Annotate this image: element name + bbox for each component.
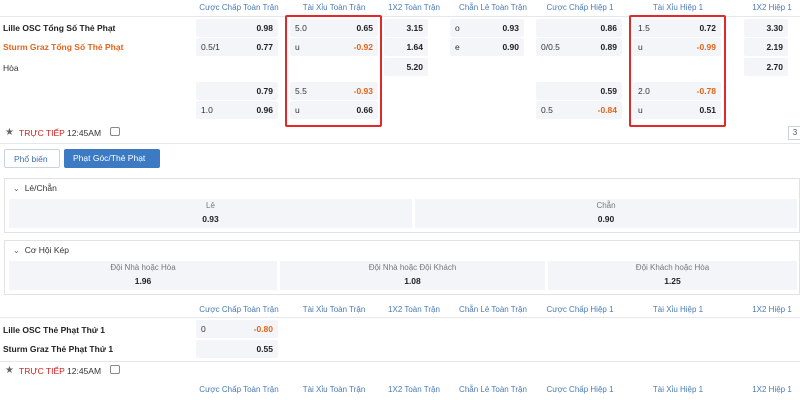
header-over-under-h1: Tài Xỉu Hiệp 1 <box>652 385 704 394</box>
live-status-row: ★ TRỰC TIẾP 12:45AM <box>0 124 800 142</box>
tab-corners-cards[interactable]: Phạt Góc/Thẻ Phạt <box>64 149 160 168</box>
odds-cell-over-under-ft[interactable]: 5.5 -0.93 <box>290 82 378 100</box>
odds-cell-over-under-h1[interactable]: 2.0 -0.78 <box>633 82 721 100</box>
live-label: TRỰC TIẾP <box>19 366 65 376</box>
away-team-name: Sturm Graz Thẻ Phạt Thứ 1 <box>3 344 114 354</box>
tv-icon[interactable] <box>110 127 120 136</box>
double-chance-section: ⌄ Cơ Hội Kép Đội Nhà hoặc Hòa 1.96 Đội Nh… <box>4 240 800 295</box>
home-or-away-option[interactable]: Đội Nhà hoặc Đội Khách 1.08 <box>280 261 545 290</box>
chevron-down-icon: ⌄ <box>13 246 20 255</box>
header-1x2-ft: 1X2 Toàn Trận <box>388 305 440 314</box>
draw-label: Hòa <box>3 63 19 73</box>
more-markets-button[interactable]: 3 <box>788 126 800 140</box>
header-handicap-ft: Cược Chấp Toàn Trận <box>199 3 279 12</box>
divider <box>0 16 800 17</box>
odds-cell-1x2-ft[interactable]: 1.64 <box>384 38 428 56</box>
header-1x2-ft: 1X2 Toàn Trận <box>388 3 440 12</box>
odds-cell-over-under-ft[interactable]: u -0.92 <box>290 38 378 56</box>
odds-cell-over-under-h1[interactable]: 1.5 0.72 <box>633 19 721 37</box>
chevron-down-icon: ⌄ <box>13 184 20 193</box>
header-over-under-ft: Tài Xỉu Toàn Trận <box>302 3 366 12</box>
home-team-name: Lille OSC Thẻ Phạt Thứ 1 <box>3 325 106 335</box>
header-handicap-h1: Cược Chấp Hiệp 1 <box>546 305 614 314</box>
header-handicap-ft: Cược Chấp Toàn Trận <box>199 385 279 394</box>
match-time: 12:45AM <box>67 366 102 376</box>
odds-cell-handicap-ft[interactable]: 0 -0.80 <box>196 320 278 338</box>
header-1x2-ft: 1X2 Toàn Trận <box>388 385 440 394</box>
header-handicap-h1: Cược Chấp Hiệp 1 <box>546 385 614 394</box>
section-title[interactable]: ⌄ Lẻ/Chẵn <box>13 183 57 193</box>
header-odd-even-ft: Chẵn Lẻ Toàn Trận <box>459 305 527 314</box>
odd-option[interactable]: Lẻ 0.93 <box>9 199 412 228</box>
home-team-name: Lille OSC Tổng Số Thẻ Phạt <box>3 23 116 33</box>
odds-cell-handicap-ft[interactable]: 0.98 <box>196 19 278 37</box>
odds-cell-1x2-h1[interactable]: 3.30 <box>744 19 788 37</box>
away-or-draw-option[interactable]: Đội Khách hoặc Hòa 1.25 <box>548 261 797 290</box>
header-1x2-h1: 1X2 Hiệp 1 <box>752 3 792 12</box>
odd-even-section: ⌄ Lẻ/Chẵn Lẻ 0.93 Chẵn 0.90 <box>4 178 800 233</box>
odds-cell-1x2-ft[interactable]: 5.20 <box>384 58 428 76</box>
market-header-row: Cược Chấp Toàn Trận Tài Xỉu Toàn Trận 1X… <box>0 0 800 16</box>
odds-cell-odd-even-ft[interactable]: e 0.90 <box>450 38 524 56</box>
favorite-star-icon[interactable]: ★ <box>5 127 14 138</box>
header-1x2-h1: 1X2 Hiệp 1 <box>752 385 792 394</box>
match-time: 12:45AM <box>67 128 102 138</box>
header-odd-even-ft: Chẵn Lẻ Toàn Trận <box>459 3 527 12</box>
divider <box>0 317 800 318</box>
tab-popular[interactable]: Phổ biến <box>4 149 60 168</box>
market-header-row: Cược Chấp Toàn Trận Tài Xỉu Toàn Trận 1X… <box>0 302 800 318</box>
odds-cell-handicap-h1[interactable]: 0/0.5 0.89 <box>536 38 622 56</box>
odds-cell-over-under-h1[interactable]: u 0.51 <box>633 101 721 119</box>
odds-cell-over-under-ft[interactable]: 5.0 0.65 <box>290 19 378 37</box>
odds-cell-odd-even-ft[interactable]: o 0.93 <box>450 19 524 37</box>
odds-cell-handicap-ft[interactable]: 0.55 <box>196 340 278 358</box>
odds-cell-over-under-h1[interactable]: u -0.99 <box>633 38 721 56</box>
tv-icon[interactable] <box>110 365 120 374</box>
odds-cell-handicap-h1[interactable]: 0.86 <box>536 19 622 37</box>
odds-cell-handicap-h1[interactable]: 0.59 <box>536 82 622 100</box>
header-1x2-h1: 1X2 Hiệp 1 <box>752 305 792 314</box>
live-status-row: ★ TRỰC TIẾP 12:45AM <box>0 362 800 380</box>
header-over-under-ft: Tài Xỉu Toàn Trận <box>302 305 366 314</box>
header-over-under-ft: Tài Xỉu Toàn Trận <box>302 385 366 394</box>
divider <box>0 143 800 144</box>
odds-cell-handicap-h1[interactable]: 0.5 -0.84 <box>536 101 622 119</box>
odds-cell-handicap-ft[interactable]: 0.5/1 0.77 <box>196 38 278 56</box>
odds-cell-1x2-h1[interactable]: 2.70 <box>744 58 788 76</box>
market-header-row: Cược Chấp Toàn Trận Tài Xỉu Toàn Trận 1X… <box>0 382 800 398</box>
header-handicap-ft: Cược Chấp Toàn Trận <box>199 305 279 314</box>
header-over-under-h1: Tài Xỉu Hiệp 1 <box>652 305 704 314</box>
odds-cell-handicap-ft[interactable]: 1.0 0.96 <box>196 101 278 119</box>
section-title[interactable]: ⌄ Cơ Hội Kép <box>13 245 69 255</box>
header-handicap-h1: Cược Chấp Hiệp 1 <box>546 3 614 12</box>
odds-cell-handicap-ft[interactable]: 0.79 <box>196 82 278 100</box>
favorite-star-icon[interactable]: ★ <box>5 365 14 376</box>
even-option[interactable]: Chẵn 0.90 <box>415 199 797 228</box>
header-odd-even-ft: Chẵn Lẻ Toàn Trận <box>459 385 527 394</box>
home-or-draw-option[interactable]: Đội Nhà hoặc Hòa 1.96 <box>9 261 277 290</box>
odds-cell-over-under-ft[interactable]: u 0.66 <box>290 101 378 119</box>
away-team-name: Sturm Graz Tổng Số Thẻ Phạt <box>3 42 124 52</box>
header-over-under-h1: Tài Xỉu Hiệp 1 <box>652 3 704 12</box>
live-label: TRỰC TIẾP <box>19 128 65 138</box>
odds-cell-1x2-h1[interactable]: 2.19 <box>744 38 788 56</box>
odds-cell-1x2-ft[interactable]: 3.15 <box>384 19 428 37</box>
